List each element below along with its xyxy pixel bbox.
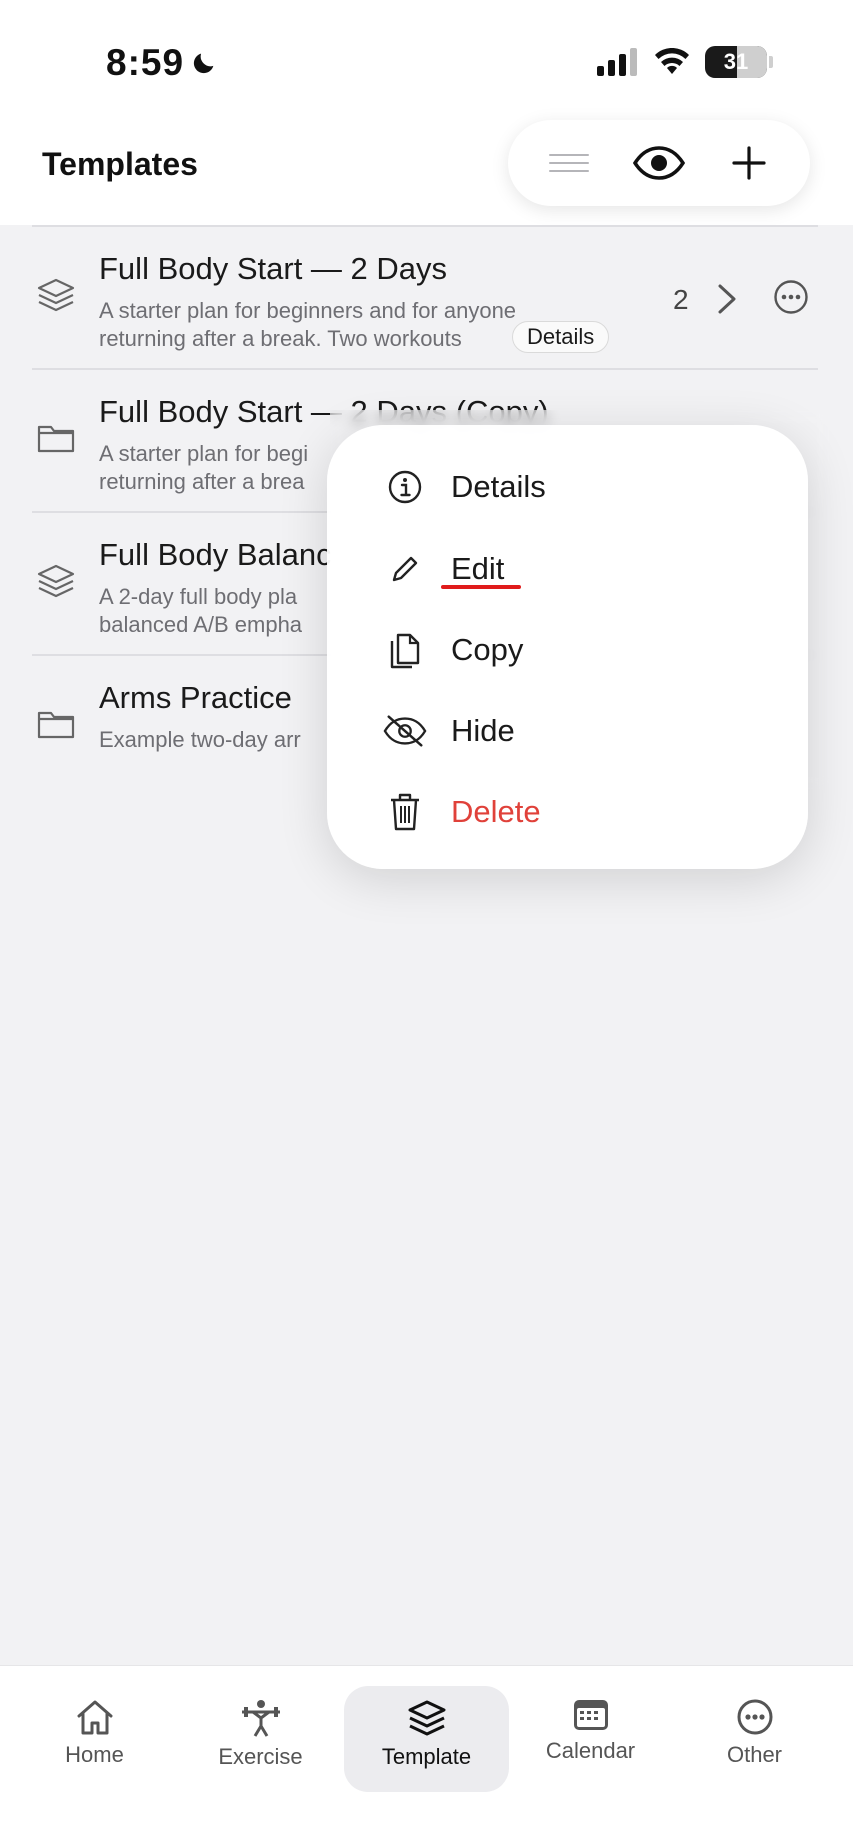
status-indicators: 31 xyxy=(597,46,773,78)
cellular-signal-icon xyxy=(597,48,637,76)
weightlifter-icon xyxy=(241,1700,280,1737)
moon-icon xyxy=(193,53,214,74)
visibility-button[interactable] xyxy=(624,128,694,198)
workout-count: 2 xyxy=(673,284,689,315)
template-title: Full Body Balanc xyxy=(99,537,332,572)
battery-indicator: 31 xyxy=(705,46,773,78)
add-template-button[interactable] xyxy=(714,128,784,198)
layers-icon xyxy=(37,564,75,598)
menu-item-edit[interactable]: Edit xyxy=(327,534,808,604)
status-time: 8:59 xyxy=(106,42,218,84)
header: Templates xyxy=(0,120,853,225)
tab-home[interactable]: Home xyxy=(12,1686,177,1792)
menu-item-label: Edit xyxy=(451,551,505,586)
menu-item-label: Delete xyxy=(451,794,541,829)
wifi-icon xyxy=(655,48,689,74)
header-toolbar xyxy=(508,120,810,206)
drag-lines-icon xyxy=(549,154,589,172)
tab-template[interactable]: Template xyxy=(344,1686,509,1792)
ellipsis-circle-icon xyxy=(737,1699,772,1735)
layers-icon xyxy=(408,1700,445,1736)
folder-icon xyxy=(37,711,75,739)
details-tooltip: Details xyxy=(512,321,610,353)
plus-icon xyxy=(732,146,766,180)
menu-item-delete[interactable]: Delete xyxy=(327,777,808,847)
calendar-icon xyxy=(573,1700,608,1730)
tab-calendar[interactable]: Calendar xyxy=(508,1686,673,1792)
house-icon xyxy=(77,1700,112,1735)
tab-exercise[interactable]: Exercise xyxy=(178,1686,343,1792)
menu-item-label: Hide xyxy=(451,713,515,748)
folder-icon xyxy=(37,425,75,453)
tab-other[interactable]: Other xyxy=(672,1686,837,1792)
info-icon xyxy=(383,465,427,509)
more-options-icon[interactable] xyxy=(773,279,809,315)
eye-slash-icon xyxy=(383,709,427,753)
trash-icon xyxy=(383,790,427,834)
reorder-button[interactable] xyxy=(534,128,604,198)
page-title: Templates xyxy=(42,146,198,182)
chevron-right-icon[interactable] xyxy=(716,283,738,315)
tab-bar: Home Exercise Template Calendar Other xyxy=(0,1665,853,1844)
menu-item-label: Copy xyxy=(451,632,524,667)
status-bar: 8:59 31 xyxy=(0,0,853,120)
template-row[interactable]: Full Body Start — 2 Days A starter plan … xyxy=(32,227,818,370)
menu-item-label: Details xyxy=(451,469,546,504)
eye-icon xyxy=(633,146,685,180)
copy-icon xyxy=(383,628,427,672)
menu-item-details[interactable]: Details xyxy=(327,452,808,522)
template-title: Arms Practice xyxy=(99,680,292,715)
context-menu: Details Edit Copy Hide Delete xyxy=(327,425,808,869)
annotation-underline xyxy=(441,585,521,589)
pencil-icon xyxy=(383,547,427,591)
menu-item-hide[interactable]: Hide xyxy=(327,696,808,766)
battery-level: 31 xyxy=(723,49,749,74)
layers-icon xyxy=(37,278,75,312)
menu-item-copy[interactable]: Copy xyxy=(327,615,808,685)
template-title: Full Body Start — 2 Days xyxy=(99,251,448,286)
